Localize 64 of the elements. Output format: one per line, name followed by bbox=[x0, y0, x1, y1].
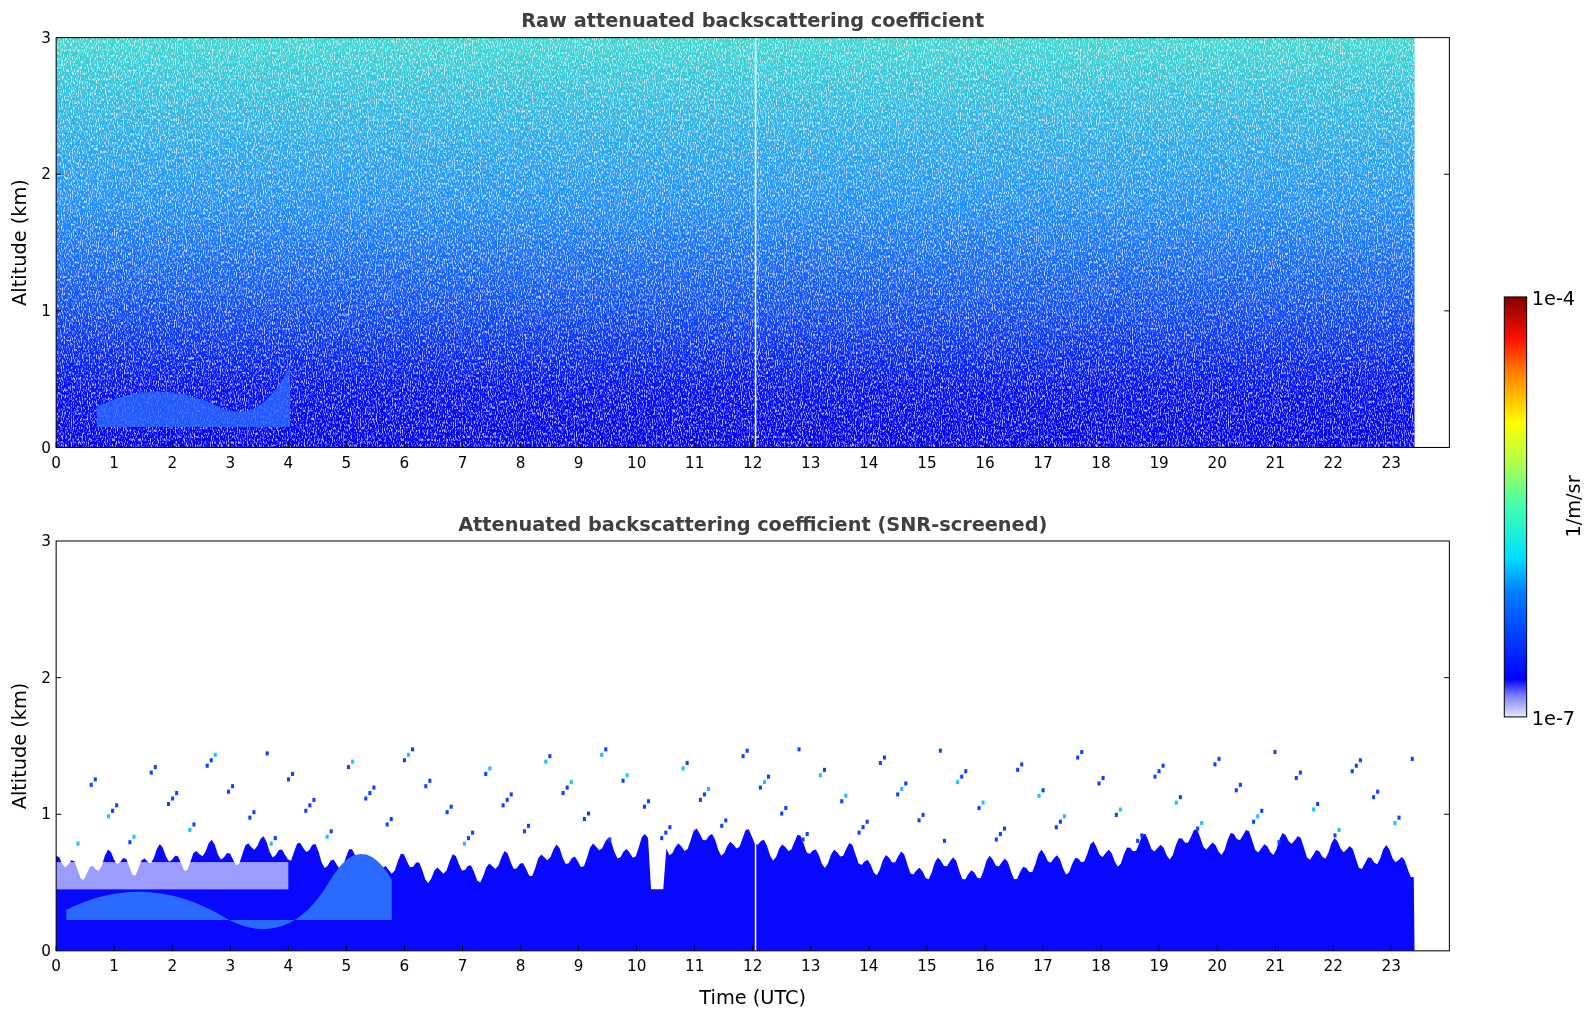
tick-label: 1e-4 bbox=[1531, 287, 1576, 311]
tick-label: 18 bbox=[1091, 957, 1111, 976]
tick-label: 8 bbox=[515, 453, 526, 472]
tick-label: 21 bbox=[1265, 957, 1285, 976]
tick-label: 23 bbox=[1381, 453, 1401, 472]
tick-label: 21 bbox=[1265, 453, 1285, 472]
tick-label: 1 bbox=[109, 957, 120, 976]
tick-label: 19 bbox=[1149, 453, 1169, 472]
tick-label: 12 bbox=[743, 957, 763, 976]
tick-label: 11 bbox=[685, 957, 705, 976]
tick-label: 11 bbox=[685, 453, 705, 472]
tick-label: 16 bbox=[975, 453, 995, 472]
tick-label: 10 bbox=[626, 957, 647, 976]
tick-label: 5 bbox=[341, 453, 352, 472]
tick-label: 16 bbox=[975, 957, 995, 976]
chart-title: Raw attenuated backscattering coefficient bbox=[521, 9, 985, 33]
tick-label: 9 bbox=[573, 453, 584, 472]
tick-label: 2 bbox=[41, 668, 52, 687]
tick-label: 7 bbox=[457, 957, 468, 976]
tick-label: 2 bbox=[167, 957, 178, 976]
tick-label: 20 bbox=[1207, 453, 1227, 472]
tick-label: 19 bbox=[1149, 957, 1169, 976]
tick-label: 1 bbox=[41, 301, 52, 320]
tick-label: 2 bbox=[167, 453, 178, 472]
tick-label: 1e-7 bbox=[1531, 707, 1576, 731]
tick-label: 0 bbox=[41, 438, 52, 457]
tick-label: 4 bbox=[283, 957, 294, 976]
tick-label: 20 bbox=[1207, 957, 1227, 976]
tick-label: 3 bbox=[41, 532, 52, 551]
tick-label: 2 bbox=[41, 165, 52, 184]
tick-label: 5 bbox=[341, 957, 352, 976]
tick-label: 15 bbox=[917, 957, 937, 976]
tick-label: 13 bbox=[801, 957, 821, 976]
tick-label: 0 bbox=[51, 453, 61, 472]
axis-label: Altitude (km) bbox=[7, 682, 31, 810]
tick-label: 9 bbox=[573, 957, 584, 976]
tick-label: 10 bbox=[626, 453, 647, 472]
axis-label: Time (UTC) bbox=[699, 985, 807, 1009]
tick-label: 18 bbox=[1091, 453, 1111, 472]
tick-label: 6 bbox=[399, 453, 410, 472]
tick-label: 23 bbox=[1381, 957, 1401, 976]
tick-label: 3 bbox=[41, 28, 52, 47]
tick-label: 17 bbox=[1033, 957, 1053, 976]
tick-label: 1 bbox=[109, 453, 120, 472]
tick-label: 14 bbox=[859, 957, 879, 976]
tick-label: 7 bbox=[457, 453, 468, 472]
tick-label: 0 bbox=[51, 957, 61, 976]
tick-label: 3 bbox=[225, 453, 236, 472]
tick-label: 6 bbox=[399, 957, 410, 976]
tick-label: 4 bbox=[283, 453, 294, 472]
tick-label: 0 bbox=[41, 941, 52, 960]
tick-label: 12 bbox=[743, 453, 763, 472]
tick-label: 13 bbox=[801, 453, 821, 472]
tick-label: 22 bbox=[1323, 453, 1343, 472]
chart-title: Attenuated backscattering coefficient (SNR-screened) bbox=[458, 512, 1048, 536]
tick-label: 22 bbox=[1323, 957, 1343, 976]
tick-label: 8 bbox=[515, 957, 526, 976]
tick-label: 3 bbox=[225, 957, 236, 976]
axis-label: 1/m/sr bbox=[1561, 475, 1585, 538]
tick-label: 15 bbox=[917, 453, 937, 472]
tick-label: 1 bbox=[41, 805, 52, 824]
tick-label: 14 bbox=[859, 453, 879, 472]
tick-label: 17 bbox=[1033, 453, 1053, 472]
axis-label: Altitude (km) bbox=[7, 179, 31, 306]
